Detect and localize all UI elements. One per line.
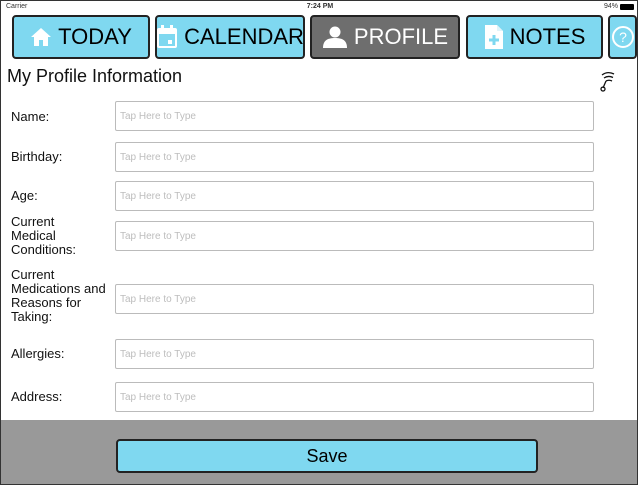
tab-calendar-label: CALENDAR (184, 24, 304, 49)
note-add-icon (484, 24, 504, 50)
battery-indicator: 94% (604, 3, 634, 10)
tab-notes-label: NOTES (509, 24, 586, 49)
age-field[interactable] (115, 181, 594, 211)
address-field[interactable] (115, 382, 594, 412)
address-label: Address: (11, 389, 63, 404)
tab-profile[interactable]: PROFILE (310, 15, 460, 59)
age-label: Age: (11, 188, 38, 203)
help-icon: ? (611, 25, 635, 49)
birthday-label: Birthday: (11, 149, 63, 164)
name-label: Name: (11, 109, 50, 124)
signal-icon[interactable] (599, 70, 615, 97)
calendar-icon (156, 25, 178, 49)
tab-calendar[interactable]: CALENDAR (155, 15, 305, 59)
battery-percent: 94% (603, 3, 618, 10)
help-glyph: ? (619, 29, 627, 45)
name-field[interactable] (115, 101, 594, 131)
allergies-field[interactable] (115, 339, 594, 369)
battery-icon (620, 3, 634, 10)
status-bar: Carrier 7:24 PM 94% (0, 0, 640, 14)
status-time: 7:24 PM (306, 3, 334, 10)
medical-conditions-label: Current Medical Conditions: (11, 214, 77, 257)
page-title: My Profile Information (7, 66, 183, 86)
help-button[interactable]: ? (608, 15, 637, 59)
tab-notes[interactable]: NOTES (466, 15, 603, 59)
medical-conditions-field[interactable] (115, 221, 594, 251)
home-icon (30, 27, 52, 47)
person-icon (322, 26, 348, 48)
save-button[interactable]: Save (116, 439, 538, 473)
tab-profile-label: PROFILE (353, 24, 449, 49)
medications-field[interactable] (115, 284, 594, 314)
birthday-field[interactable] (115, 142, 594, 172)
allergies-label: Allergies: (11, 346, 65, 361)
medications-label: Current Medications and Reasons for Taki… (11, 267, 106, 324)
tab-today-label: TODAY (58, 24, 132, 49)
tab-today[interactable]: TODAY (12, 15, 150, 59)
